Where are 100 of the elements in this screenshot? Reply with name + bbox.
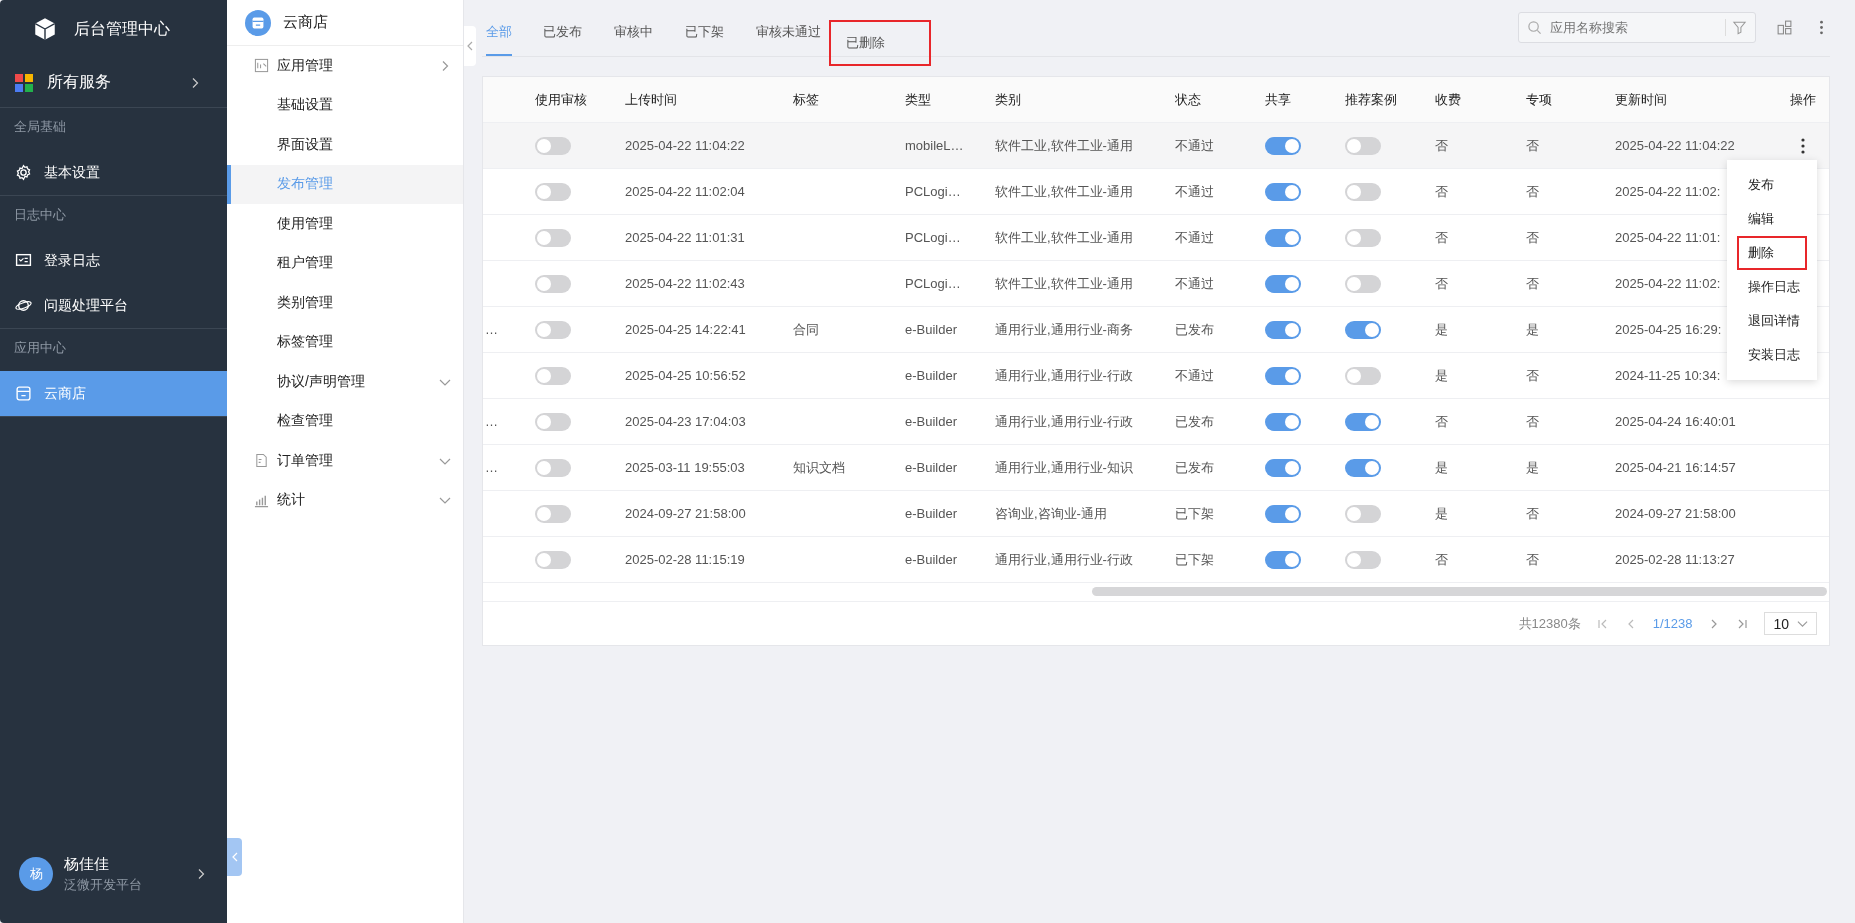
toggle-switch[interactable] xyxy=(1345,504,1381,523)
toggle-switch[interactable] xyxy=(1345,320,1381,339)
table-cell: 软件工业,软件工业-通用 xyxy=(995,182,1133,201)
toggle-switch[interactable] xyxy=(1345,136,1381,155)
table-cell: mobileL… xyxy=(905,138,964,153)
menu-item[interactable]: 租户管理 xyxy=(227,243,463,283)
menu-item[interactable]: 使用管理 xyxy=(227,204,463,244)
column-header: 类别 xyxy=(995,90,1022,109)
table-cell: 2025-04-22 11:04:22 xyxy=(625,138,745,153)
toggle-switch[interactable] xyxy=(535,504,571,523)
nav-item[interactable]: 问题处理平台 xyxy=(0,283,227,328)
menu-item[interactable]: 统计 xyxy=(227,480,463,520)
nav-item[interactable]: 登录日志 xyxy=(0,238,227,283)
table-cell: PCLogi… xyxy=(905,230,961,245)
menu-item[interactable]: 退回详情 xyxy=(1737,304,1807,338)
table-cell: 已发布 xyxy=(1175,320,1214,339)
toggle-switch[interactable] xyxy=(535,412,571,431)
collapse-handle[interactable] xyxy=(227,838,242,876)
menu-item[interactable]: 标签管理 xyxy=(227,322,463,362)
table-cell: 否 xyxy=(1435,550,1448,569)
section-heading: 全局基础 xyxy=(13,118,67,136)
menu-item[interactable]: 协议/声明管理 xyxy=(227,362,463,402)
toggle-switch[interactable] xyxy=(1345,412,1381,431)
table-cell: PCLogi… xyxy=(905,276,961,291)
toggle-switch[interactable] xyxy=(1265,366,1301,385)
table-cell: 2025-04-22 11:02:43 xyxy=(625,276,745,291)
menu-item[interactable]: 应用管理 xyxy=(227,46,463,86)
tab[interactable]: 已删除 xyxy=(829,20,931,66)
toggle-switch[interactable] xyxy=(1345,366,1381,385)
toggle-switch[interactable] xyxy=(535,228,571,247)
more-icon[interactable] xyxy=(1800,136,1806,155)
toggle-switch[interactable] xyxy=(1265,228,1301,247)
all-services-button[interactable]: 所有服务 xyxy=(0,58,227,108)
menu-item[interactable]: 检查管理 xyxy=(227,401,463,441)
table-cell: 2025-04-22 11:04:22 xyxy=(1615,138,1735,153)
toggle-switch[interactable] xyxy=(1265,504,1301,523)
table-cell: 不通过 xyxy=(1175,228,1214,247)
toggle-switch[interactable] xyxy=(535,550,571,569)
menu-item[interactable]: 类别管理 xyxy=(227,283,463,323)
table-cell: 2025-04-22 11:01: xyxy=(1615,230,1721,245)
table-cell: e-Builder xyxy=(905,414,958,429)
first-page-icon[interactable] xyxy=(1596,617,1609,630)
toggle-switch[interactable] xyxy=(1265,458,1301,477)
table-cell: 咨询业,咨询业-通用 xyxy=(995,504,1107,523)
search-icon xyxy=(1527,20,1542,35)
tab[interactable]: 审核中 xyxy=(602,20,665,56)
filter-icon[interactable] xyxy=(1732,20,1747,35)
nav-item[interactable]: 基本设置 xyxy=(0,150,227,195)
toggle-switch[interactable] xyxy=(1345,274,1381,293)
toggle-switch[interactable] xyxy=(1345,182,1381,201)
document-icon xyxy=(254,453,269,469)
toggle-switch[interactable] xyxy=(1345,550,1381,569)
toggle-switch[interactable] xyxy=(1265,412,1301,431)
toggle-switch[interactable] xyxy=(535,274,571,293)
toggle-switch[interactable] xyxy=(535,182,571,201)
toggle-switch[interactable] xyxy=(1265,274,1301,293)
table-cell: 软件工业,软件工业-通用 xyxy=(995,274,1133,293)
table-cell: e-Builder xyxy=(905,322,958,337)
organization-name: 泛微开发平台 xyxy=(64,875,143,894)
page-size-select[interactable]: 10 xyxy=(1764,612,1817,635)
menu-item[interactable]: 编辑 xyxy=(1737,202,1807,236)
search-field[interactable]: 应用名称搜索 xyxy=(1518,12,1756,43)
menu-item[interactable]: 操作日志 xyxy=(1737,270,1807,304)
table-cell: 是 xyxy=(1526,458,1539,477)
section-heading: 应用中心 xyxy=(13,339,67,357)
toggle-switch[interactable] xyxy=(1265,320,1301,339)
menu-item[interactable]: 界面设置 xyxy=(227,125,463,165)
settings-icon xyxy=(15,164,32,181)
toggle-switch[interactable] xyxy=(1265,182,1301,201)
table-cell: 2024-11-25 10:34: xyxy=(1615,368,1721,383)
toggle-switch[interactable] xyxy=(1345,458,1381,477)
menu-item[interactable]: 基础设置 xyxy=(227,85,463,125)
last-page-icon[interactable] xyxy=(1736,617,1749,630)
scrollbar[interactable] xyxy=(1092,587,1827,596)
toggle-switch[interactable] xyxy=(535,320,571,339)
table-cell: e-Builder xyxy=(905,368,958,383)
menu-item[interactable]: 删除 xyxy=(1737,236,1807,270)
menu-item[interactable]: 订单管理 xyxy=(227,441,463,481)
table-cell: 是 xyxy=(1526,320,1539,339)
tab[interactable]: 已下架 xyxy=(673,20,736,56)
toggle-switch[interactable] xyxy=(1265,550,1301,569)
tab[interactable]: 已发布 xyxy=(531,20,594,56)
grid-icon[interactable] xyxy=(1776,19,1793,36)
chevron-down-icon xyxy=(1797,618,1808,629)
collapse-handle[interactable] xyxy=(464,26,476,66)
toggle-switch[interactable] xyxy=(535,458,571,477)
table-cell: 是 xyxy=(1435,366,1448,385)
table-cell: 否 xyxy=(1526,274,1539,293)
menu-item[interactable]: 发布 xyxy=(1737,168,1807,202)
toggle-switch[interactable] xyxy=(535,366,571,385)
menu-item[interactable]: 安装日志 xyxy=(1737,338,1807,372)
cube-logo-icon xyxy=(32,16,58,42)
toggle-switch[interactable] xyxy=(1345,228,1381,247)
table-cell: 通用行业,通用行业-行政 xyxy=(995,550,1133,569)
table-cell: 已下架 xyxy=(1175,550,1214,569)
table-cell: 2025-04-21 16:14:57 xyxy=(1615,460,1736,475)
tiles-icon xyxy=(15,73,33,92)
table-cell: 软件工业,软件工业-通用 xyxy=(995,228,1133,247)
toggle-switch[interactable] xyxy=(1265,136,1301,155)
toggle-switch[interactable] xyxy=(535,136,571,155)
